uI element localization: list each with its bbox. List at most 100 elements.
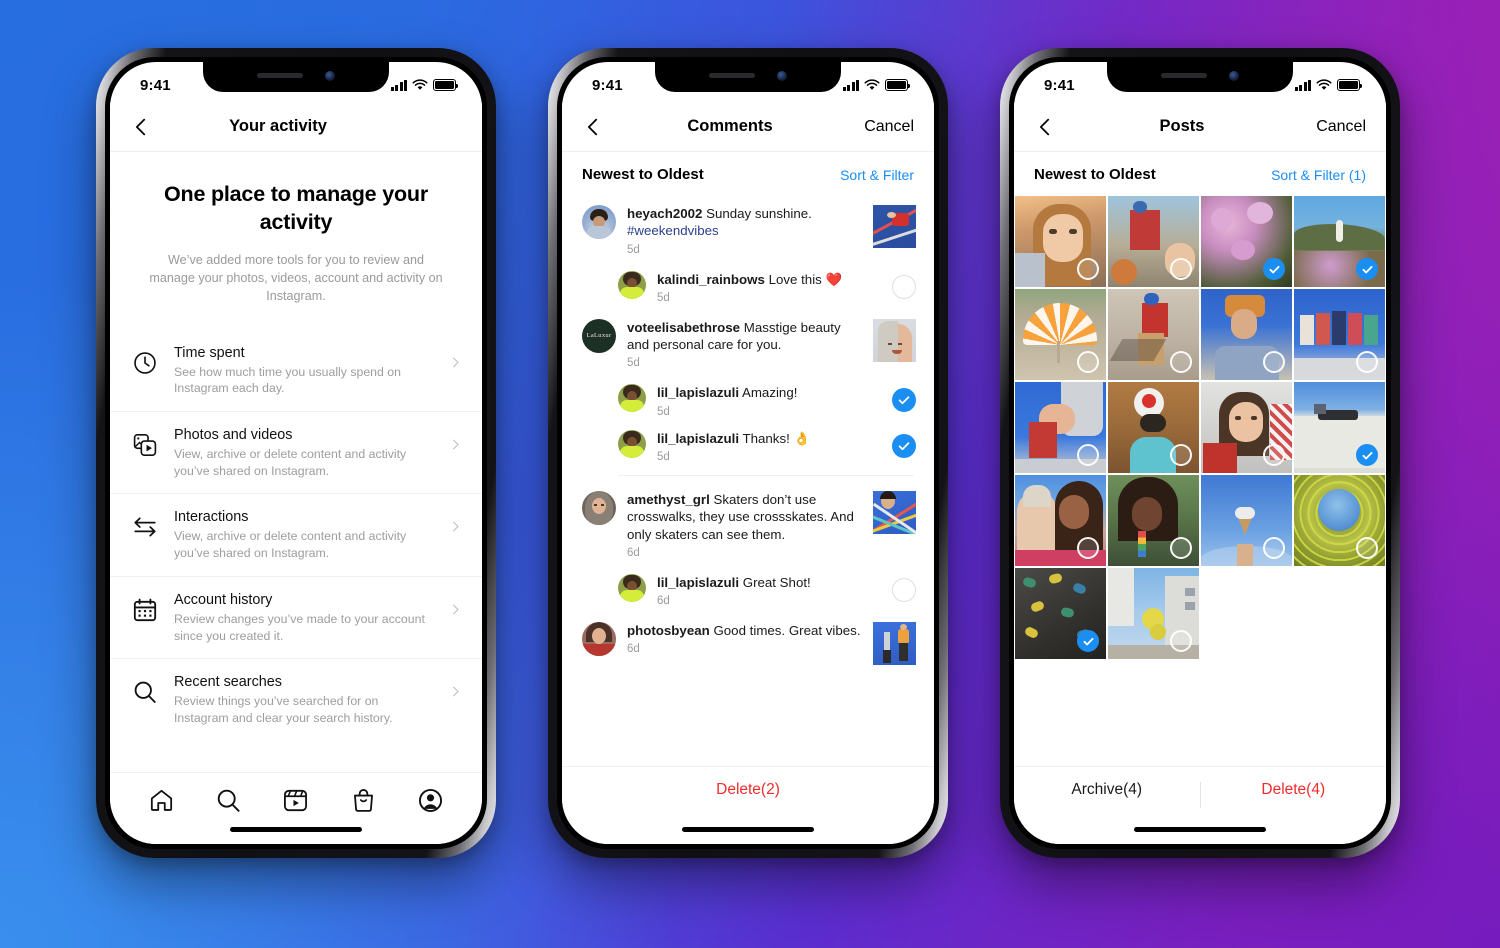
post-select-checkbox[interactable] — [1170, 444, 1192, 466]
grid-cell[interactable] — [1108, 382, 1199, 473]
chevron-left-icon[interactable] — [582, 116, 604, 138]
comment-username[interactable]: lil_lapislazuli — [657, 575, 739, 590]
activity-row-recent-searches[interactable]: Recent searches Review things you’ve sea… — [110, 658, 482, 740]
comment-item[interactable]: lil_lapislazuli Amazing! 5d — [562, 378, 934, 423]
comment-username[interactable]: heyach2002 — [627, 206, 702, 221]
grid-cell[interactable] — [1294, 475, 1385, 566]
notch — [203, 62, 389, 92]
phone1-screen: 9:41 Your activity One place to manage y… — [110, 62, 482, 844]
comment-username[interactable]: voteelisabethrose — [627, 320, 740, 335]
comment-select-checkbox[interactable] — [892, 433, 916, 458]
post-select-checkbox[interactable] — [1263, 351, 1285, 373]
check-icon — [898, 396, 910, 405]
grid-cell[interactable] — [1294, 289, 1385, 380]
phone-bezel: 9:41 Comments Cancel Newest to Oldest So… — [557, 57, 939, 849]
grid-cell[interactable] — [1015, 568, 1106, 659]
post-select-checkbox[interactable] — [1077, 537, 1099, 559]
home-icon[interactable] — [148, 787, 175, 814]
grid-cell[interactable] — [1015, 289, 1106, 380]
post-select-checkbox[interactable] — [1077, 258, 1099, 280]
comment-post-thumbnail[interactable] — [873, 490, 916, 534]
check-icon — [898, 442, 910, 450]
reels-icon[interactable] — [282, 787, 309, 814]
search-icon[interactable] — [215, 787, 242, 814]
comment-message: Love this ❤️ — [764, 271, 843, 287]
comment-item[interactable]: heyach2002 Sunday sunshine. #weekendvibe… — [562, 196, 934, 265]
comment-select-checkbox[interactable] — [892, 577, 916, 602]
post-select-checkbox[interactable] — [1077, 351, 1099, 373]
home-indicator — [682, 827, 814, 832]
post-select-checkbox[interactable] — [1077, 630, 1099, 652]
comment-username[interactable]: kalindi_rainbows — [657, 272, 765, 287]
comment-item[interactable]: lil_lapislazuli Great Shot! 6d — [562, 568, 934, 613]
post-select-checkbox[interactable] — [1356, 351, 1378, 373]
comment-username[interactable]: photosbyean — [627, 623, 710, 638]
grid-cell[interactable] — [1294, 196, 1385, 287]
activity-row-time-spent[interactable]: Time spent See how much time you usually… — [110, 330, 482, 411]
avatar — [618, 270, 646, 299]
page-title: Comments — [687, 117, 773, 135]
post-select-checkbox[interactable] — [1170, 537, 1192, 559]
interactions-arrows-icon — [134, 517, 156, 537]
activity-row-photos-and-videos[interactable]: Photos and videos View, archive or delet… — [110, 410, 482, 493]
cancel-button[interactable]: Cancel — [856, 118, 914, 136]
comment-post-thumbnail[interactable] — [873, 622, 916, 666]
post-select-checkbox[interactable] — [1170, 630, 1192, 652]
avatar — [582, 490, 616, 525]
sort-filter-button[interactable]: Sort & Filter (1) — [1271, 167, 1366, 183]
post-select-checkbox[interactable] — [1263, 444, 1285, 466]
post-select-checkbox[interactable] — [1263, 537, 1285, 559]
grid-cell[interactable] — [1294, 382, 1385, 473]
comment-item[interactable]: LaLuxur voteelisabethrose Masstige beaut… — [562, 310, 934, 379]
grid-cell[interactable] — [1108, 196, 1199, 287]
phone-bezel: 9:41 Posts Cancel Newest to Oldest Sort … — [1009, 57, 1391, 849]
post-select-checkbox[interactable] — [1170, 351, 1192, 373]
activity-row-account-history[interactable]: Account history Review changes you’ve ma… — [110, 575, 482, 658]
comment-username[interactable]: amethyst_grl — [627, 492, 710, 507]
post-select-checkbox[interactable] — [1170, 258, 1192, 280]
chevron-left-icon[interactable] — [130, 116, 152, 138]
profile-avatar-icon[interactable] — [417, 787, 444, 814]
chevron-right-icon — [453, 439, 459, 450]
archive-button[interactable]: Archive(4) — [1014, 781, 1200, 799]
shop-bag-icon[interactable] — [350, 787, 377, 814]
sort-filter-button[interactable]: Sort & Filter — [840, 167, 914, 183]
grid-cell[interactable] — [1201, 475, 1292, 566]
comment-item[interactable]: lil_lapislazuli Thanks! 👌 5d — [562, 424, 934, 469]
comment-username[interactable]: lil_lapislazuli — [657, 385, 739, 400]
grid-cell[interactable] — [1015, 196, 1106, 287]
post-select-checkbox[interactable] — [1077, 444, 1099, 466]
comment-hashtag[interactable]: #weekendvibes — [627, 223, 719, 238]
comment-item[interactable]: kalindi_rainbows Love this ❤️ 5d — [562, 265, 934, 310]
grid-cell[interactable] — [1201, 196, 1292, 287]
post-select-checkbox[interactable] — [1263, 258, 1285, 280]
grid-cell[interactable] — [1015, 475, 1106, 566]
comment-item[interactable]: photosbyean Good times. Great vibes. 6d — [562, 613, 934, 674]
post-select-checkbox[interactable] — [1356, 258, 1378, 280]
thread-divider — [618, 474, 914, 476]
earpiece-speaker — [1161, 73, 1207, 78]
grid-cell[interactable] — [1108, 289, 1199, 380]
grid-cell[interactable] — [1201, 382, 1292, 473]
grid-cell[interactable] — [1015, 382, 1106, 473]
comment-post-thumbnail[interactable] — [873, 205, 916, 248]
comment-item[interactable]: amethyst_grl Skaters don’t use crosswalk… — [562, 482, 934, 568]
delete-button[interactable]: Delete(4) — [1201, 781, 1387, 799]
delete-button[interactable]: Delete(2) — [562, 781, 934, 799]
wifi-icon — [1316, 79, 1332, 90]
cancel-button[interactable]: Cancel — [1308, 118, 1366, 136]
post-select-checkbox[interactable] — [1356, 444, 1378, 466]
comment-username[interactable]: lil_lapislazuli — [657, 431, 739, 446]
activity-row-interactions[interactable]: Interactions View, archive or delete con… — [110, 493, 482, 575]
grid-cell[interactable] — [1108, 568, 1199, 659]
comment-select-checkbox[interactable] — [892, 388, 916, 413]
comment-post-thumbnail[interactable] — [873, 318, 916, 362]
post-select-checkbox[interactable] — [1356, 537, 1378, 559]
comment-select-checkbox[interactable] — [892, 274, 916, 299]
activity-row-sub: View, archive or delete content and acti… — [174, 529, 407, 561]
chevron-left-icon[interactable] — [1034, 116, 1056, 138]
comment-text: lil_lapislazuli Amazing! — [657, 384, 881, 401]
phone3-content: Newest to Oldest Sort & Filter (1) — [1014, 152, 1386, 766]
grid-cell[interactable] — [1201, 289, 1292, 380]
grid-cell[interactable] — [1108, 475, 1199, 566]
